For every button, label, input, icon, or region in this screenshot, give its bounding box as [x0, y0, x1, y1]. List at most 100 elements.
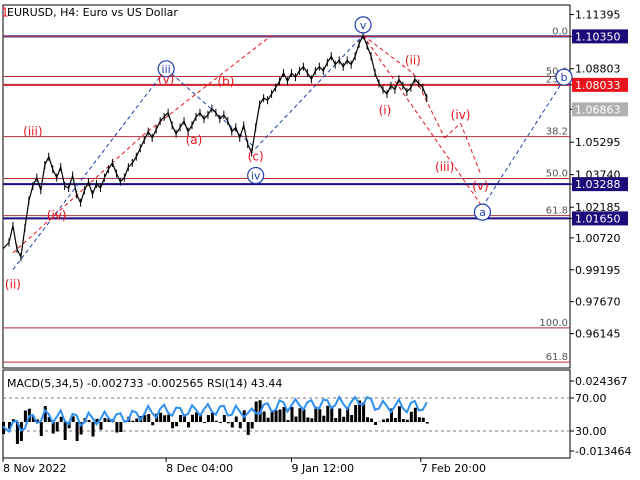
macd-bar: [63, 422, 67, 440]
macd-bar: [286, 420, 290, 422]
macd-bar: [163, 415, 167, 422]
price-series: [2, 31, 428, 262]
macd-bar: [238, 422, 242, 429]
indicator-header: MACD(5,34,5) -0.002733 -0.002565 RSI(14)…: [7, 377, 282, 390]
macd-bar: [226, 422, 230, 424]
x-tick-label-0: 8 Nov 2022: [3, 462, 66, 475]
macd-bar: [187, 422, 191, 428]
y-tick-label-10: 1.00720: [575, 232, 621, 245]
wave-label-10: (ii): [5, 277, 21, 291]
macd-bar: [370, 418, 374, 422]
y-tick-label-12: 0.97670: [575, 296, 621, 309]
macd-bar: [246, 422, 250, 435]
macd-bar: [425, 422, 429, 424]
wave-label-8: iv: [251, 170, 261, 183]
x-tick-label-2: 9 Jan 12:00: [291, 462, 354, 475]
fib-label-4: 50.0: [546, 168, 568, 179]
price-tag-0: 1.10350: [575, 30, 621, 43]
macd-bar: [222, 415, 226, 422]
macd-bar: [175, 422, 179, 427]
y-tick-label-13: 0.96145: [575, 328, 621, 341]
macd-bar: [250, 422, 254, 429]
macd-bar: [409, 411, 413, 422]
macd-bar: [342, 416, 346, 422]
price-tags: 1.10350 1.08033 1.06863 1.03288 1.01650: [572, 29, 628, 226]
macd-bar: [75, 422, 79, 441]
macd-bar: [393, 418, 397, 422]
x-tick-label-1: 8 Dec 04:00: [166, 462, 233, 475]
sub-tick-label-3: -0.013464: [575, 445, 631, 458]
macd-bar: [266, 417, 270, 422]
macd-bar: [302, 409, 306, 422]
macd-bar: [298, 408, 302, 422]
fib-label-0: 0.0: [552, 26, 568, 37]
macd-bar: [202, 422, 206, 423]
macd-bar: [294, 416, 298, 422]
macd-bar: [179, 415, 183, 422]
macd-bar: [385, 418, 389, 422]
macd-bar: [119, 422, 123, 432]
macd-bar: [262, 411, 266, 422]
time-axis: 8 Nov 2022 8 Dec 04:00 9 Jan 12:00 7 Feb 20…: [2, 458, 486, 475]
price-axis: 1.11395 1.10350 1.08803 1.08033 1.06863 1.052…: [570, 9, 621, 341]
macd-bar: [159, 412, 163, 422]
macd-bar: [334, 418, 338, 422]
macd-bar: [210, 412, 214, 422]
macd-bar: [322, 415, 326, 422]
wave-red-iv: [444, 122, 461, 139]
wave-label-6: (a): [186, 133, 203, 147]
wave-label-16: a: [479, 206, 486, 219]
macd-bar: [350, 415, 354, 422]
wave-blue-1: [12, 68, 167, 270]
wave-label-14: (iii): [435, 160, 454, 174]
sub-tick-label-0: 0.024367: [575, 375, 628, 388]
macd-bar: [290, 407, 294, 422]
wave-label-3: (v): [158, 72, 174, 86]
wave-label-12: (i): [379, 104, 392, 118]
macd-bar: [214, 420, 218, 422]
macd-bar: [23, 410, 27, 422]
macd-bar: [354, 405, 358, 422]
fib-label-7: 61.8: [546, 352, 568, 363]
wave-red-trend: [12, 135, 143, 254]
macd-bar: [115, 422, 119, 433]
macd-bar: [230, 422, 234, 428]
macd-bar: [99, 422, 103, 430]
macd-bar: [274, 410, 278, 422]
wave-label-1: v: [360, 19, 367, 32]
macd-bar: [413, 407, 417, 422]
sub-tick-label-1: 70.00: [575, 392, 607, 405]
macd-bar: [310, 418, 314, 422]
price-line: [2, 33, 428, 260]
macd-bar: [39, 422, 43, 436]
macd-bar: [366, 417, 370, 422]
wave-label-7: (c): [248, 150, 264, 164]
y-tick-label-11: 0.99195: [575, 264, 621, 277]
wave-labels: 1viii(v) (b)(iii)(a)(c)iv(iv)(ii)(ii)(i)(…: [1, 5, 573, 291]
y-tick-label-2: 1.08803: [575, 63, 621, 76]
macd-bar: [171, 422, 175, 429]
wave-label-5: (iii): [23, 125, 42, 139]
y-tick-label-5: 1.05295: [575, 136, 621, 149]
macd-bar: [91, 422, 95, 437]
macd-bar: [405, 419, 409, 422]
price-tag-2: 1.06863: [575, 103, 621, 116]
macd-bar: [194, 412, 198, 422]
macd-bar: [135, 418, 139, 422]
sub-tick-label-2: 30.00: [575, 425, 607, 438]
fib-label-3: 38.2: [546, 127, 568, 138]
wave-label-11: (ii): [405, 53, 421, 67]
macd-bar: [103, 418, 107, 422]
wave-label-9: (iv): [47, 208, 67, 222]
fib-label-6: 100.0: [539, 318, 568, 329]
macd-bar: [306, 417, 310, 422]
price-tag-1: 1.08033: [575, 79, 621, 92]
wave-label-13: (iv): [451, 108, 471, 122]
fib-label-5: 61.8: [546, 206, 568, 217]
macd-bar: [338, 408, 342, 422]
wave-projection-lines: [12, 34, 565, 270]
macd-bar: [191, 414, 194, 422]
chart-canvas: EURUSD, H4: Euro vs US Dollar 0.050.023.…: [1, 4, 631, 475]
macd-bar: [206, 415, 210, 422]
macd-bar: [421, 417, 425, 422]
